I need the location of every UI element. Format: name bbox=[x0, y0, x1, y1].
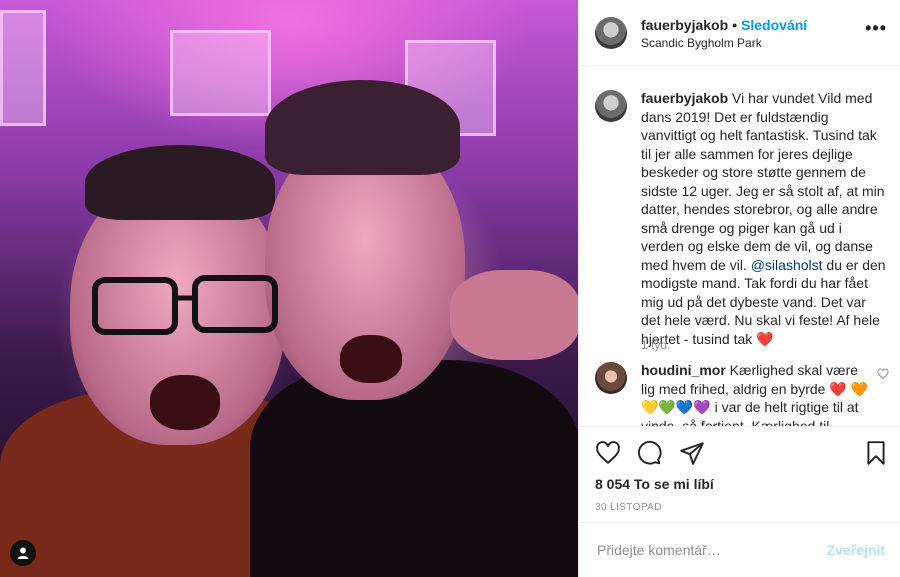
caption-text: fauerbyjakob Vi har vundet Vild med dans… bbox=[641, 89, 887, 348]
photo-figure bbox=[250, 360, 578, 577]
caption-body: Vi har vundet Vild med dans 2019! Det er… bbox=[641, 90, 885, 273]
header-line: fauerbyjakob • Sledování bbox=[641, 17, 807, 33]
photo-figure bbox=[450, 270, 578, 360]
mention-link[interactable]: @silasholst bbox=[751, 257, 823, 273]
photo-window bbox=[170, 30, 271, 116]
commenter-avatar[interactable] bbox=[595, 362, 627, 394]
photo-window bbox=[0, 10, 46, 126]
post-header: fauerbyjakob • Sledování Scandic Bygholm P… bbox=[579, 0, 900, 66]
post-date: 30 LISTOPAD bbox=[595, 502, 662, 513]
action-bar bbox=[579, 426, 900, 476]
comment-username-link[interactable]: houdini_mor bbox=[641, 362, 726, 378]
post-panel: fauerbyjakob • Sledování Scandic Bygholm P… bbox=[578, 0, 900, 577]
comment-input[interactable] bbox=[595, 541, 819, 559]
photo-figure bbox=[85, 145, 275, 220]
post-photo[interactable] bbox=[0, 0, 578, 577]
likes-count[interactable]: 8 054 To se mi líbí bbox=[595, 476, 714, 492]
post-comment-button[interactable]: Zveřejnit bbox=[827, 542, 885, 558]
heart-outline-icon[interactable] bbox=[595, 440, 621, 466]
comment-text: houdini_mor Kærlighed skal være lig med … bbox=[641, 361, 871, 426]
heart-emoji: ❤️ bbox=[756, 330, 774, 347]
add-comment-bar: Zveřejnit bbox=[579, 522, 900, 577]
more-options-icon[interactable]: ••• bbox=[865, 18, 887, 39]
separator-dot: • bbox=[732, 17, 738, 33]
comments-list[interactable]: fauerbyjakob Vi har vundet Vild med dans… bbox=[579, 66, 900, 426]
share-icon[interactable] bbox=[679, 440, 705, 466]
caption-username-link[interactable]: fauerbyjakob bbox=[641, 90, 728, 106]
avatar[interactable] bbox=[595, 17, 627, 49]
avatar[interactable] bbox=[595, 90, 627, 122]
comment-like-icon[interactable] bbox=[877, 368, 889, 383]
photo-figure bbox=[340, 335, 402, 383]
bookmark-icon[interactable] bbox=[863, 440, 889, 466]
glasses-shape bbox=[92, 275, 278, 335]
caption-age[interactable]: 1 týd. bbox=[641, 338, 670, 352]
comment-icon[interactable] bbox=[636, 440, 662, 466]
photo-figure bbox=[150, 375, 220, 430]
photo-figure bbox=[265, 80, 460, 175]
username-link[interactable]: fauerbyjakob bbox=[641, 17, 728, 33]
tagged-users-icon[interactable] bbox=[10, 540, 36, 566]
follow-button[interactable]: Sledování bbox=[741, 17, 807, 33]
location-link[interactable]: Scandic Bygholm Park bbox=[641, 36, 762, 50]
